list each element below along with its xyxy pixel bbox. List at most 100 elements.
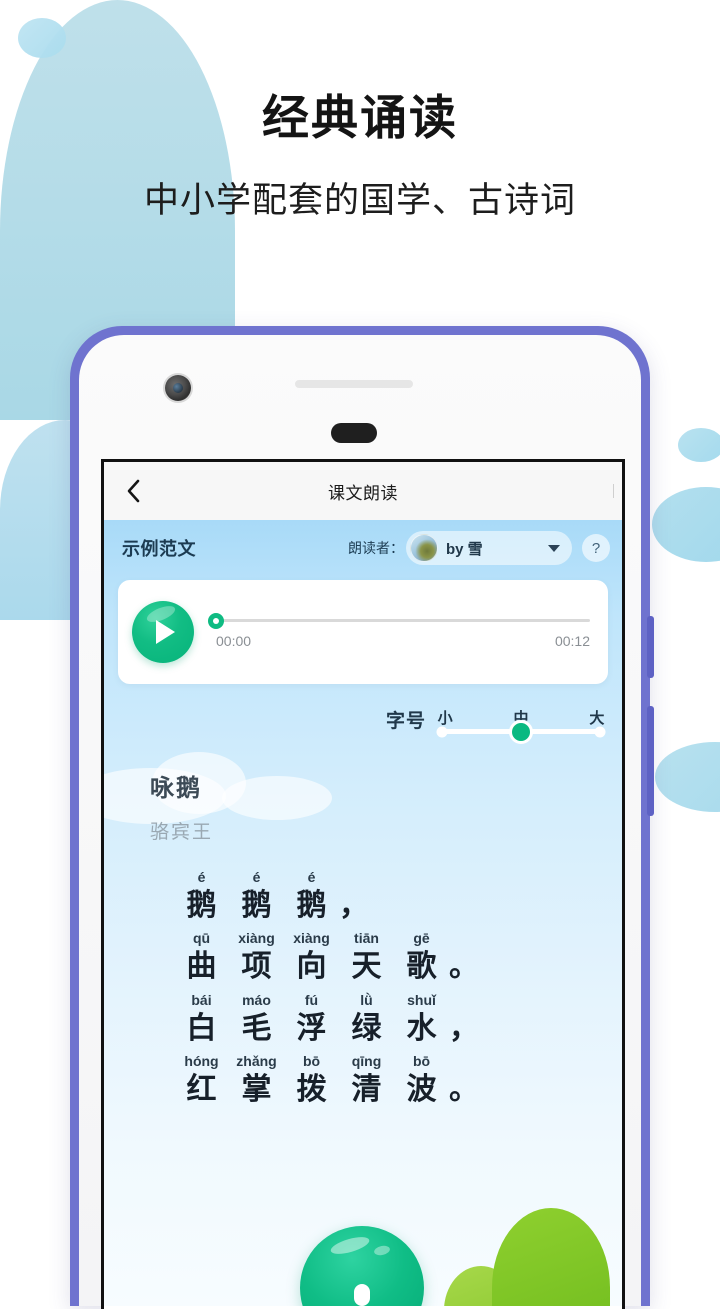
font-size-slider[interactable]: 小 中 大 — [436, 707, 606, 744]
font-size-stop-small[interactable] — [436, 726, 448, 737]
poem-character-cell[interactable]: é鹅 — [284, 869, 339, 923]
font-size-option-small[interactable]: 小 — [438, 707, 453, 728]
poem-character-cell[interactable]: zhǎng 掌 — [229, 1053, 284, 1107]
pinyin: qīng — [351, 1053, 382, 1070]
record-button[interactable] — [300, 1226, 424, 1306]
pinyin: qū — [192, 930, 211, 947]
poem-title: 咏鹅 — [150, 775, 202, 802]
poem-punctuation: ， — [449, 1011, 479, 1045]
phone-screen: 课文朗读 示例范文 朗读者： by 雪 ? 00:00 00:12 字号 小 中… — [101, 459, 625, 1309]
phone-volume-button — [647, 616, 654, 678]
poem-line: hóng 红 zhǎng 掌 bō 拨 qīng 清 bō 波。 — [174, 1053, 622, 1107]
poem-character-cell[interactable]: xiàng 项 — [229, 931, 284, 984]
chevron-down-icon — [548, 544, 560, 552]
record-button-gloss — [328, 1233, 372, 1258]
pinyin: tiān — [354, 930, 379, 947]
hanzi: 向 — [296, 950, 327, 984]
home-indicator-pill — [331, 423, 377, 443]
promo-headline: 经典诵读 — [262, 91, 458, 144]
poem-lines: é 鹅 é 鹅 é 鹅， qū 曲 xiàng 项 xiàng 向 tiān 天 gē 歌。 bái 白 máo 毛 f… — [150, 869, 622, 1108]
poem-author: 骆宾王 — [150, 822, 214, 843]
section-title: 示例范文 — [122, 539, 196, 559]
poem-character-cell[interactable]: fú 浮 — [284, 992, 339, 1046]
pinyin: bō — [302, 1053, 321, 1070]
promo-subheadline: 中小学配套的国学、古诗词 — [143, 180, 576, 220]
progress-thumb[interactable] — [208, 612, 224, 629]
poem-punctuation: 。 — [449, 1073, 479, 1107]
font-size-thumb[interactable] — [509, 719, 533, 744]
poem-character-cell[interactable]: qū 曲 — [174, 931, 229, 984]
audio-player-card: 00:00 00:12 — [118, 580, 608, 684]
front-camera-icon — [165, 375, 191, 401]
hanzi: 浮 — [296, 1011, 327, 1045]
font-size-option-large[interactable]: 大 — [589, 707, 604, 728]
poem-character-cell[interactable]: bái 白 — [174, 991, 229, 1046]
poem-character-cell[interactable]: é鹅 — [174, 869, 229, 923]
play-button[interactable] — [132, 601, 194, 663]
earpiece-speaker — [295, 380, 413, 388]
decorative-blob-right-small — [678, 428, 720, 462]
back-button[interactable] — [120, 476, 146, 506]
poem-punctuation: ， — [339, 889, 369, 922]
poem-character-cell[interactable]: é鹅 — [229, 869, 284, 923]
hanzi: 水 — [406, 1011, 437, 1045]
font-size-label: 字号 — [385, 711, 426, 732]
question-mark-icon: ? — [591, 539, 601, 557]
hanzi: 歌 — [406, 950, 437, 984]
time-row: 00:00 00:12 — [216, 633, 590, 649]
hanzi: 掌 — [241, 1073, 272, 1107]
help-button[interactable]: ? — [582, 534, 610, 562]
camera-lens-icon — [173, 383, 183, 393]
total-time: 00:12 — [554, 633, 590, 649]
font-size-rail[interactable] — [436, 719, 606, 744]
poem-character-cell[interactable]: bō 拨 — [284, 1053, 339, 1107]
poem-character-cell[interactable]: xiàng 向 — [284, 931, 339, 984]
poem-block: 咏鹅 骆宾王 é 鹅 é 鹅 é 鹅， qū 曲 xiàng 项 xiàng 向 tiān 天 gē 歌。 bá… — [104, 768, 622, 1108]
pinyin: é — [197, 869, 206, 885]
poem-character-cell[interactable]: shuǐ 水 — [394, 991, 449, 1046]
poem-character-cell[interactable]: máo 毛 — [229, 992, 284, 1046]
hanzi: 曲 — [186, 950, 217, 984]
font-size-control: 字号 小 中 大 — [104, 706, 622, 744]
poem-character-cell[interactable]: gē 歌 — [394, 931, 449, 984]
navbar-divider — [613, 484, 614, 498]
record-button-center — [354, 1284, 370, 1306]
poem-punctuation: 。 — [449, 950, 479, 984]
font-size-stop-large[interactable] — [594, 726, 606, 737]
promo-text-block: 经典诵读 中小学配套的国学、古诗词 — [0, 0, 720, 222]
pinyin: shuǐ — [407, 991, 436, 1008]
pinyin: gē — [413, 930, 430, 947]
hanzi: 鹅 — [241, 889, 272, 922]
pinyin: bō — [412, 1053, 431, 1070]
pinyin: é — [307, 869, 316, 885]
hanzi: 绿 — [351, 1011, 382, 1045]
reader-dropdown[interactable]: by 雪 — [406, 531, 572, 565]
poem-character-cell[interactable]: tiān 天 — [339, 931, 394, 984]
poem-line: bái 白 máo 毛 fú 浮 lǜ 绿 shuǐ 水 ， — [174, 991, 622, 1046]
phone-power-button — [647, 706, 654, 816]
poem-character-cell[interactable]: bō 波 — [394, 1053, 449, 1107]
hanzi: 红 — [186, 1073, 217, 1107]
avatar — [410, 534, 438, 562]
poem-line: é 鹅 é 鹅 é 鹅， — [174, 869, 622, 923]
pinyin: bái — [191, 991, 212, 1008]
hanzi: 白 — [186, 1011, 217, 1045]
poem-character-cell[interactable]: hóng 红 — [174, 1053, 229, 1107]
poem-character-cell[interactable]: qīng 清 — [339, 1053, 394, 1107]
app-content: 示例范文 朗读者： by 雪 ? 00:00 00:12 字号 小 中 大 咏鹅… — [104, 520, 622, 1306]
pinyin: zhǎng — [236, 1053, 277, 1070]
current-time: 00:00 — [216, 633, 252, 649]
hanzi: 毛 — [241, 1011, 272, 1045]
reader-name: by 雪 — [446, 540, 483, 558]
pinyin: xiàng — [293, 930, 330, 947]
hanzi: 拨 — [296, 1073, 327, 1107]
pinyin: hóng — [184, 1053, 219, 1070]
page-title: 课文朗读 — [328, 483, 398, 503]
poem-character-cell[interactable]: lǜ 绿 — [339, 991, 394, 1046]
hanzi: 鹅 — [296, 889, 327, 922]
tree-decoration-large — [492, 1208, 610, 1306]
app-navbar: 课文朗读 — [104, 462, 622, 520]
progress-slider[interactable] — [208, 612, 590, 629]
play-button-gloss — [144, 602, 178, 626]
pinyin: lǜ — [360, 991, 373, 1008]
